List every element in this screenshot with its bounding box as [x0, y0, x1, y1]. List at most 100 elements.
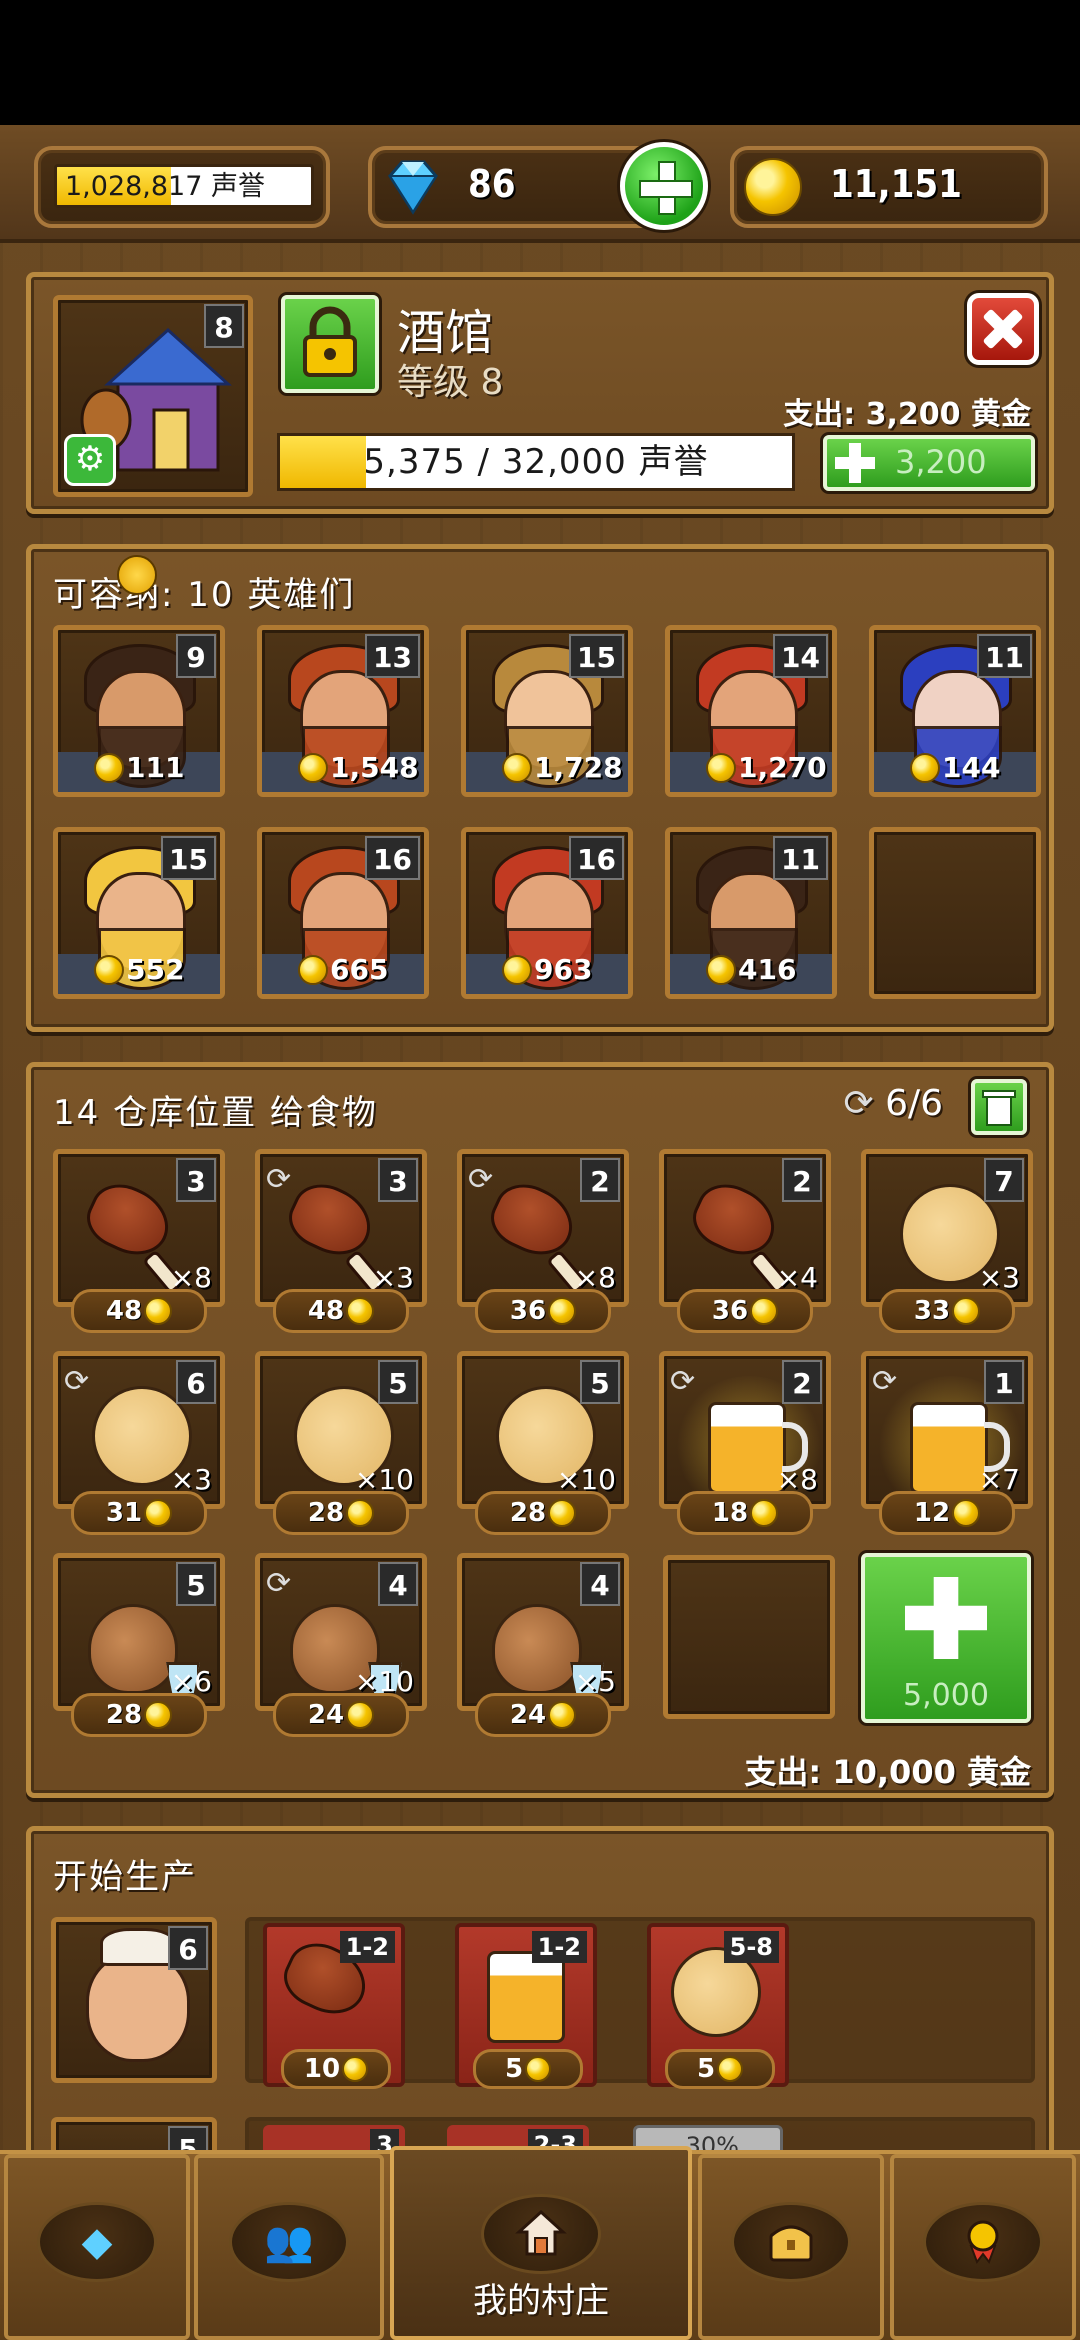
lock-button[interactable]: [281, 295, 379, 393]
hero-cost-value: 111: [126, 751, 185, 784]
gem-icon: ◆: [81, 2219, 113, 2265]
storage-item[interactable]: 7 ×3 33: [861, 1149, 1033, 1333]
nav-achievements-button[interactable]: [890, 2154, 1076, 2340]
slot-cost: 5: [665, 2049, 775, 2089]
storage-item[interactable]: 2 ×4 36: [659, 1149, 831, 1333]
hero-card[interactable]: 16 665: [257, 827, 429, 999]
storage-item[interactable]: ⟳ 3 ×3 48: [255, 1149, 427, 1333]
storage-item[interactable]: ⟳ 6 ×3 31: [53, 1351, 225, 1535]
heroes-title: 可容纳: 10 英雄们: [53, 575, 356, 615]
hero-card[interactable]: 9 111: [53, 625, 225, 797]
storage-item[interactable]: ⟳ 4 ×10 24: [255, 1553, 427, 1737]
beer-icon: [708, 1402, 786, 1494]
hero-level: 16: [365, 836, 420, 880]
building-fame-bar: 5,375 / 32,000 声誉: [277, 433, 795, 491]
item-price: 28: [475, 1491, 611, 1535]
fame-box: 1,028,817 声誉: [54, 164, 314, 208]
storage-item[interactable]: ⟳ 2 ×8 36: [457, 1149, 629, 1333]
building-panel: 8 ⚙ 酒馆 等级 8 支出: 3,200 黄金 5,375 / 32,000 …: [26, 272, 1054, 514]
nav-chest-button[interactable]: [698, 2154, 884, 2340]
empty-storage-slot[interactable]: [663, 1555, 835, 1719]
nav-shop-button[interactable]: ◆: [4, 2154, 190, 2340]
diamond-icon: [388, 160, 438, 215]
hero-cost: 1,728: [502, 751, 623, 784]
gold-coin-icon: [525, 2056, 552, 2082]
item-frame: 5 ×6: [53, 1553, 225, 1711]
gold-coin-icon: [342, 2056, 369, 2082]
hero-cost-value: 963: [534, 953, 593, 986]
item-price-value: 24: [307, 1700, 345, 1730]
close-button[interactable]: [967, 293, 1039, 365]
hero-card[interactable]: 15 1,728: [461, 625, 633, 797]
item-frame: 5 ×10: [255, 1351, 427, 1509]
hero-level: 14: [773, 634, 828, 678]
storage-item[interactable]: 5 ×6 28: [53, 1553, 225, 1737]
hero-cost: 144: [910, 751, 1000, 784]
drumstick-icon: [280, 1173, 382, 1267]
production-queue: 1-2 10 1-2 5 5-8 5: [245, 1917, 1035, 2089]
add-storage-button[interactable]: 5,000: [861, 1553, 1031, 1723]
storage-item[interactable]: ⟳ 2 ×8 18: [659, 1351, 831, 1535]
hero-level: 9: [176, 634, 216, 678]
production-slot[interactable]: 1-2 10: [263, 1923, 405, 2089]
item-price: 31: [71, 1491, 207, 1535]
refresh-icon: ⟳: [266, 1162, 292, 1197]
production-slot[interactable]: 1-2 5: [455, 1923, 597, 2089]
refresh-count: 6/6: [885, 1083, 943, 1124]
item-price-value: 48: [105, 1296, 143, 1326]
gold-counter[interactable]: 11,151: [730, 146, 1048, 228]
gold-coin-icon: [750, 1297, 779, 1325]
beer-icon: [910, 1402, 988, 1494]
gold-coin-icon: [952, 1297, 981, 1325]
nav-heroes-button[interactable]: 👥: [194, 2154, 384, 2340]
hero-cost: 963: [502, 953, 592, 986]
nav-village-button[interactable]: 我的村庄: [390, 2146, 692, 2340]
worker-portrait[interactable]: 6: [51, 1917, 217, 2083]
buy-gems-button[interactable]: [620, 142, 708, 230]
item-price: 36: [677, 1289, 813, 1333]
hero-cost-value: 1,728: [534, 751, 623, 784]
home-icon: [515, 2209, 567, 2256]
hero-cost: 416: [706, 953, 796, 986]
hero-level: 15: [161, 836, 216, 880]
item-price-value: 12: [913, 1498, 951, 1528]
item-price: 28: [273, 1491, 409, 1535]
trash-icon: [982, 1090, 1016, 1126]
tavern-image[interactable]: 8 ⚙: [53, 295, 253, 497]
trash-button[interactable]: [971, 1079, 1027, 1135]
refresh-counter: ⟳ 6/6: [843, 1083, 943, 1124]
production-slot[interactable]: 5-8 5: [647, 1923, 789, 2089]
storage-item[interactable]: 5 ×10 28: [457, 1351, 629, 1535]
gold-coin-icon: [502, 955, 532, 985]
hero-card[interactable]: 11 144: [869, 625, 1041, 797]
slot-cost-value: 5: [504, 2054, 524, 2084]
worker-level: 6: [168, 1926, 208, 1970]
storage-item[interactable]: 5 ×10 28: [255, 1351, 427, 1535]
drumstick-icon: [684, 1173, 786, 1267]
storage-item[interactable]: ⟳ 1 ×7 12: [861, 1351, 1033, 1535]
refresh-icon: ⟳: [468, 1162, 494, 1197]
hero-card[interactable]: 15 552: [53, 827, 225, 999]
settings-gear-icon[interactable]: ⚙: [64, 434, 116, 486]
item-price: 18: [677, 1491, 813, 1535]
hero-card[interactable]: 13 1,548: [257, 625, 429, 797]
hero-card[interactable]: 11 416: [665, 827, 837, 999]
upgrade-button[interactable]: 3,200: [823, 435, 1035, 491]
hero-card[interactable]: 14 1,270: [665, 625, 837, 797]
hero-card[interactable]: 16 963: [461, 827, 633, 999]
item-price-value: 28: [509, 1498, 547, 1528]
storage-item[interactable]: 3 ×8 48: [53, 1149, 225, 1333]
gold-coin-icon: [548, 1297, 577, 1325]
lock-icon: [303, 306, 357, 377]
hero-cost-value: 144: [942, 751, 1001, 784]
refresh-icon: ⟳: [843, 1083, 874, 1124]
fame-counter[interactable]: 1,028,817 声誉: [34, 146, 330, 228]
item-price: 24: [273, 1693, 409, 1737]
gem-count: 86: [468, 162, 516, 206]
fame-label: 声誉: [211, 171, 266, 202]
hero-cost-value: 1,270: [738, 751, 827, 784]
empty-hero-slot[interactable]: [869, 827, 1041, 999]
storage-panel: 14 仓库位置 给食物 ⟳ 6/6 3 ×8 48 ⟳ 3 ×3 48 ⟳ 2 ×8 36 2 ×4 36…: [26, 1062, 1054, 1798]
item-frame: 5 ×10: [457, 1351, 629, 1509]
storage-item[interactable]: 4 ×5 24: [457, 1553, 629, 1737]
